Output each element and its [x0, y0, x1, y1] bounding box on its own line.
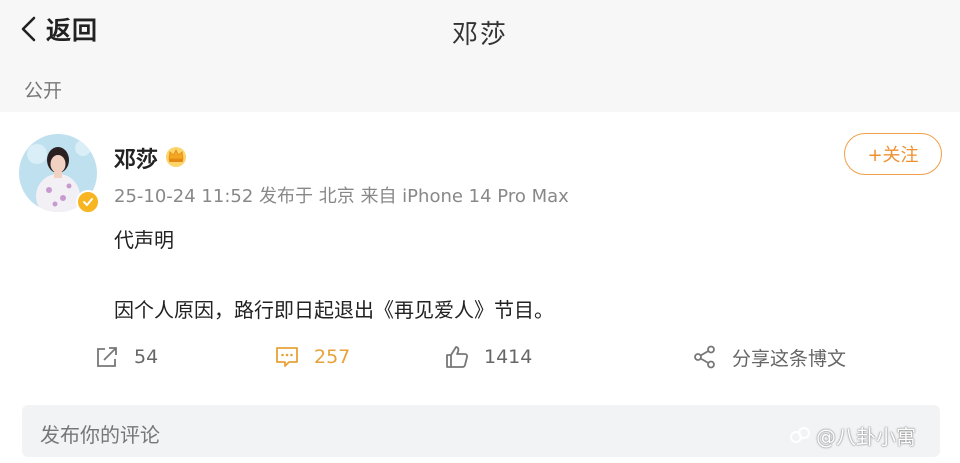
- share-button[interactable]: 分享这条博文: [692, 337, 846, 377]
- post-text-line: 代声明: [114, 228, 174, 252]
- watermark-text: @八卦小寓: [816, 424, 916, 449]
- post-meta: 25-10-24 11:52 发布于 北京 来自 iPhone 14 Pro M…: [114, 186, 569, 207]
- comment-button[interactable]: 257: [274, 337, 350, 377]
- follow-button[interactable]: +关注: [844, 133, 942, 175]
- comment-placeholder: 发布你的评论: [40, 423, 160, 447]
- repost-button[interactable]: 54: [94, 337, 158, 377]
- thumbs-up-icon: [446, 346, 469, 368]
- comment-count: 257: [314, 346, 351, 368]
- checkmark-icon: [83, 198, 93, 206]
- like-button[interactable]: 1414: [444, 337, 532, 377]
- author-name[interactable]: 邓莎: [114, 142, 158, 174]
- navigation-bar: 返回 邓莎: [0, 0, 960, 60]
- visibility-section: 公开: [0, 60, 960, 112]
- repost-icon: [97, 347, 117, 367]
- vip-crown-icon: [166, 147, 186, 167]
- visibility-label: 公开: [24, 80, 63, 102]
- repost-count: 54: [134, 346, 159, 368]
- comment-icon: [276, 347, 298, 367]
- like-count: 1414: [484, 346, 533, 368]
- post-card: 邓莎 25-10-24 11:52 发布于 北京 来自 iPhone 14 Pr…: [0, 112, 960, 463]
- watermark-logo-icon: [790, 427, 810, 443]
- share-icon: [694, 345, 715, 369]
- action-bar: 54 257 1414 分享这条博文: [0, 337, 960, 377]
- verified-badge-icon: [76, 190, 100, 214]
- watermark: @八卦小寓: [788, 420, 916, 450]
- post-text-line: 因个人原因，路行即日起退出《再见爱人》节目。: [114, 298, 554, 322]
- share-label: 分享这条博文: [732, 347, 847, 370]
- page-title: 邓莎: [451, 20, 508, 50]
